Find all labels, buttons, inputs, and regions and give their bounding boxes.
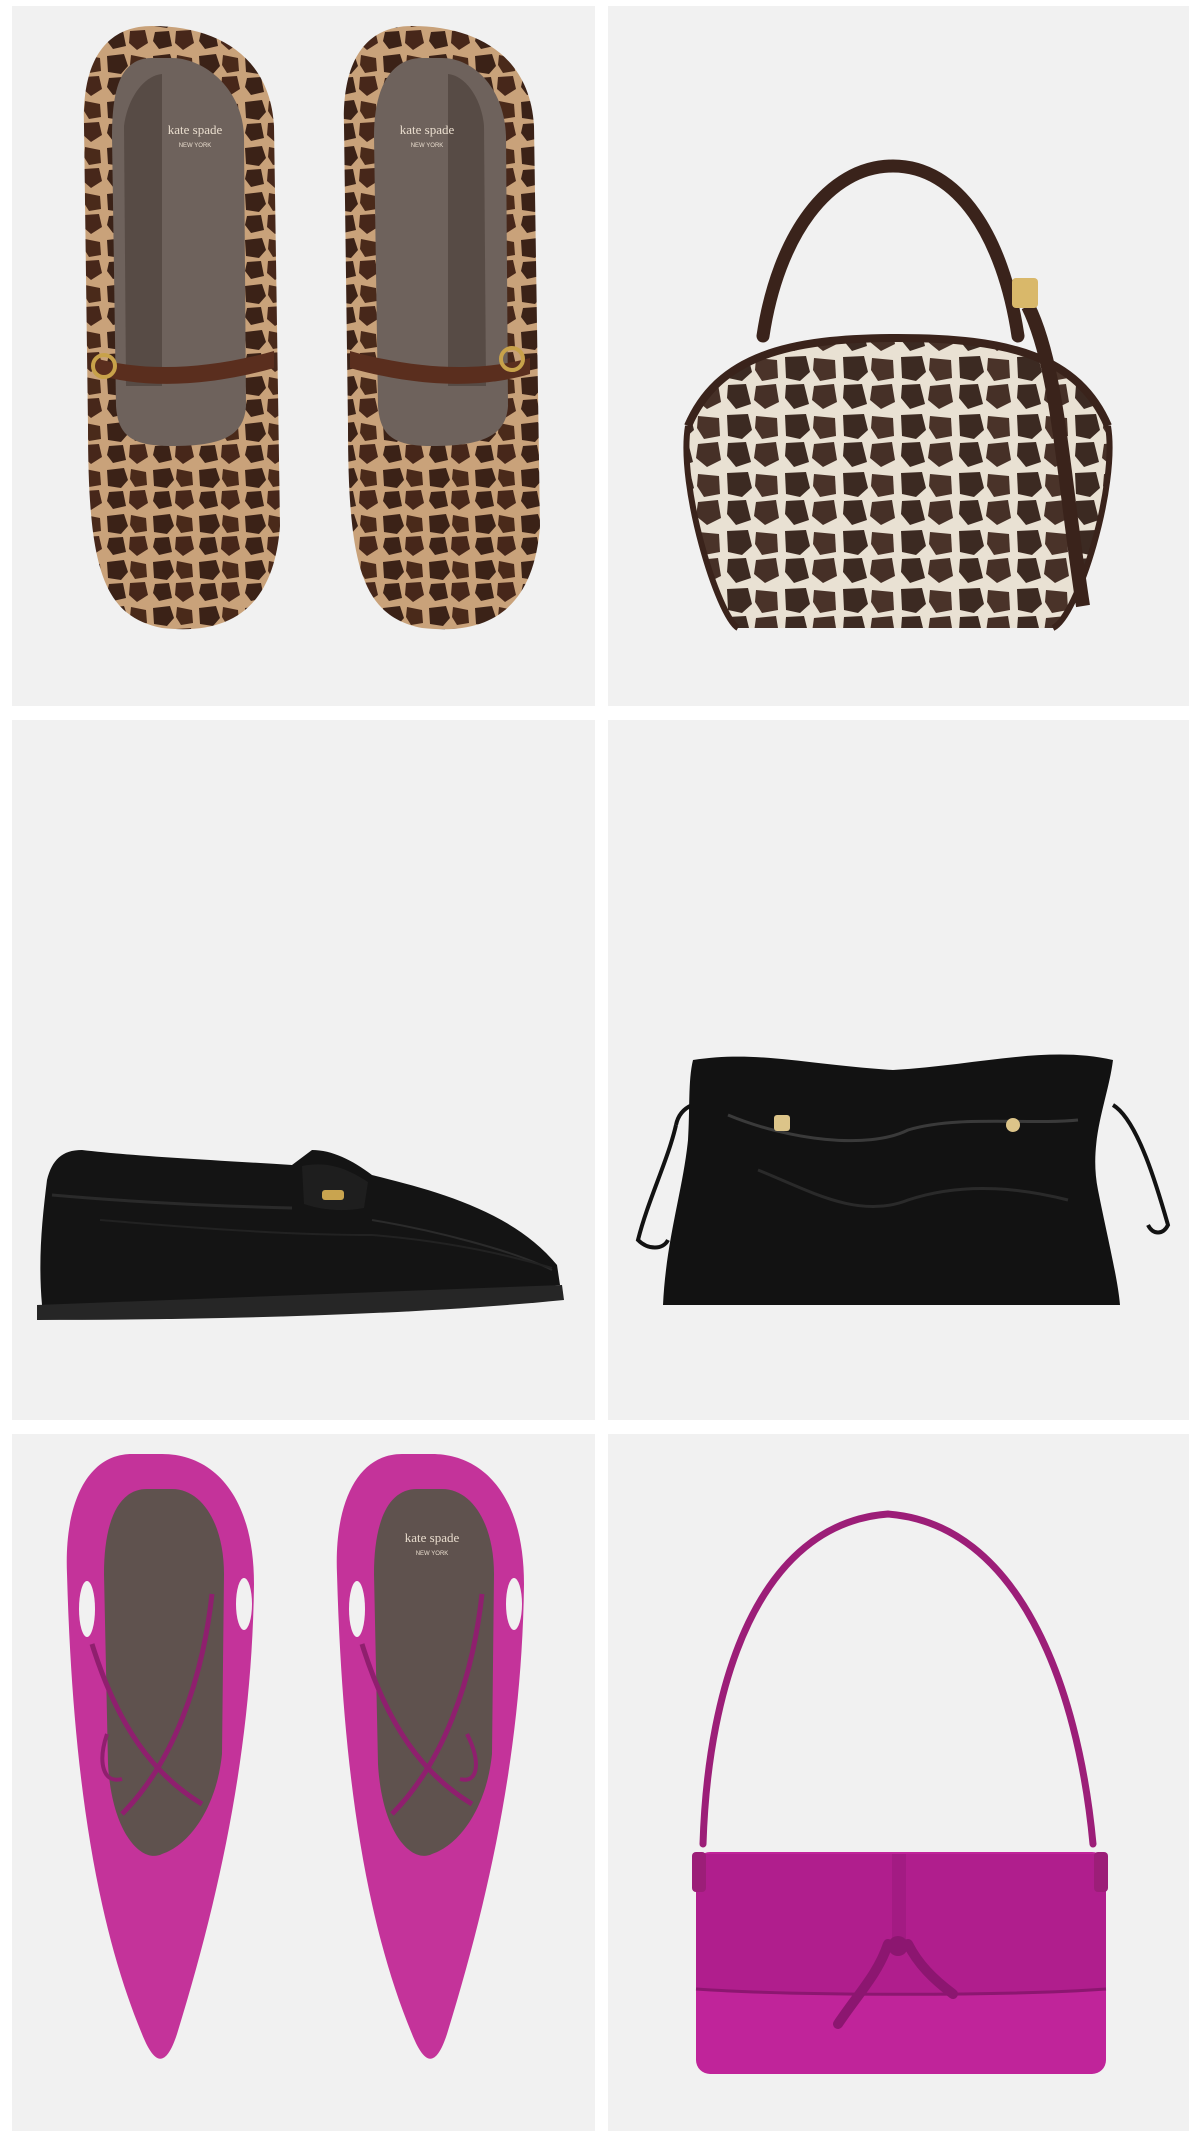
- product-tile-black-loafer[interactable]: [12, 720, 595, 1420]
- product-tile-magenta-bag[interactable]: [608, 1434, 1189, 2131]
- product-grid: kate spade NEW YORK kate spade NEW YORK: [0, 0, 1200, 2136]
- product-tile-magenta-flats[interactable]: kate spade NEW YORK: [12, 1434, 595, 2131]
- svg-text:kate spade: kate spade: [405, 1530, 460, 1545]
- product-tile-giraffe-bag[interactable]: [608, 6, 1189, 706]
- svg-text:kate spade: kate spade: [168, 122, 223, 137]
- gold-penny-hardware: [322, 1190, 344, 1200]
- gold-spade-stud: [1006, 1118, 1020, 1132]
- svg-text:NEW YORK: NEW YORK: [416, 1551, 449, 1557]
- giraffe-print-shoulder-bag-image: [683, 159, 1113, 631]
- right-flat: kate spade NEW YORK: [343, 26, 540, 630]
- left-flat: kate spade NEW YORK: [83, 26, 280, 630]
- svg-text:kate spade: kate spade: [400, 122, 455, 137]
- gold-stud-hardware: [1012, 278, 1038, 308]
- product-tile-black-pouch[interactable]: [608, 720, 1189, 1420]
- svg-text:NEW YORK: NEW YORK: [179, 143, 212, 149]
- black-leather-penny-loafer-image: [37, 1150, 564, 1320]
- svg-text:NEW YORK: NEW YORK: [411, 143, 444, 149]
- black-leather-drawstring-pouch-image: [635, 1054, 1171, 1305]
- giraffe-print-mary-jane-flats-image: kate spade NEW YORK kate spade NEW YORK: [83, 26, 540, 630]
- product-tile-giraffe-flats[interactable]: kate spade NEW YORK kate spade NEW YORK: [12, 6, 595, 706]
- magenta-pointed-toe-flats-image: kate spade NEW YORK: [66, 1454, 524, 2059]
- gold-toggle-left: [774, 1115, 790, 1131]
- magenta-suede-shoulder-bag-image: [692, 1510, 1108, 2074]
